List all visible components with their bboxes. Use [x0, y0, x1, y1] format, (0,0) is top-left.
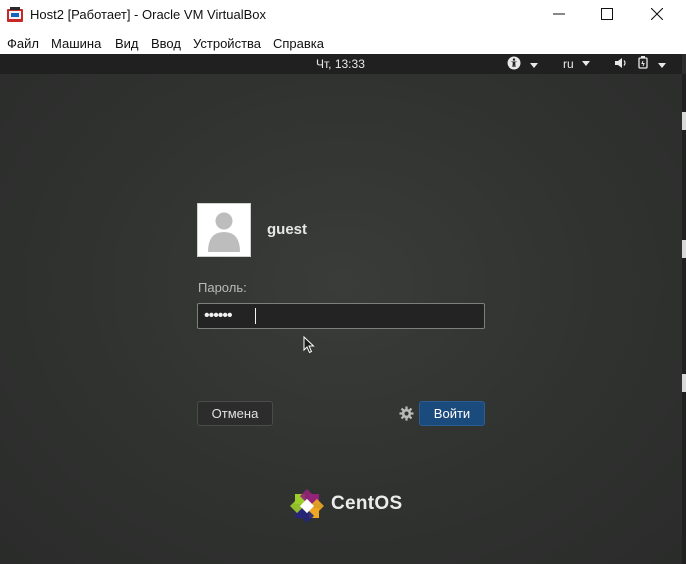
chevron-down-icon — [658, 57, 666, 71]
virtualbox-icon — [6, 6, 24, 24]
user-avatar — [197, 203, 251, 257]
window-title: Host2 [Работает] - Oracle VM VirtualBox — [30, 7, 267, 22]
system-menu[interactable] — [614, 55, 666, 73]
chevron-down-icon — [582, 55, 591, 69]
centos-logo-icon — [288, 487, 326, 525]
menu-file[interactable]: Файл — [7, 36, 39, 51]
password-input[interactable]: •••••• — [197, 303, 485, 329]
menu-input[interactable]: Ввод — [151, 36, 181, 51]
menu-bar: Файл Машина Вид Ввод Устройства Справка — [0, 31, 686, 54]
edge-marker — [682, 112, 686, 130]
password-mask: •••••• — [204, 307, 233, 324]
user-icon — [198, 212, 250, 260]
menu-machine[interactable]: Машина — [51, 36, 101, 51]
gear-icon — [399, 406, 414, 425]
power-icon — [638, 55, 650, 73]
minimize-icon — [553, 7, 565, 25]
clock[interactable]: Чт, 13:33 — [316, 57, 365, 71]
language-menu[interactable]: ru — [563, 55, 591, 71]
edge-marker — [682, 374, 686, 392]
edge-marker — [682, 240, 686, 258]
menu-devices[interactable]: Устройства — [193, 36, 261, 51]
maximize-button[interactable] — [584, 0, 630, 31]
window-titlebar[interactable]: Host2 [Работает] - Oracle VM VirtualBox — [0, 0, 686, 31]
accessibility-menu[interactable] — [507, 56, 538, 73]
session-settings-button[interactable] — [399, 406, 414, 426]
password-label: Пароль: — [198, 280, 247, 295]
window-right-edge — [682, 74, 686, 564]
volume-icon — [614, 57, 628, 72]
mouse-pointer-icon — [303, 335, 315, 359]
chevron-down-icon — [530, 57, 538, 71]
accessibility-icon — [507, 56, 522, 73]
maximize-icon — [601, 7, 613, 25]
close-button[interactable] — [634, 0, 680, 31]
close-icon — [650, 7, 664, 25]
cancel-button[interactable]: Отмена — [197, 401, 273, 426]
gnome-top-bar: Чт, 13:33 ru — [0, 54, 682, 74]
menu-help[interactable]: Справка — [273, 36, 324, 51]
language-label: ru — [563, 57, 574, 71]
minimize-button[interactable] — [536, 0, 582, 31]
centos-wordmark: CentOS — [331, 493, 403, 514]
guest-screen[interactable]: Чт, 13:33 ru guest Пароль: •••••• Отмена… — [0, 54, 686, 564]
text-caret — [255, 308, 256, 324]
login-button[interactable]: Войти — [419, 401, 485, 426]
username-label: guest — [267, 221, 308, 238]
menu-view[interactable]: Вид — [115, 36, 139, 51]
